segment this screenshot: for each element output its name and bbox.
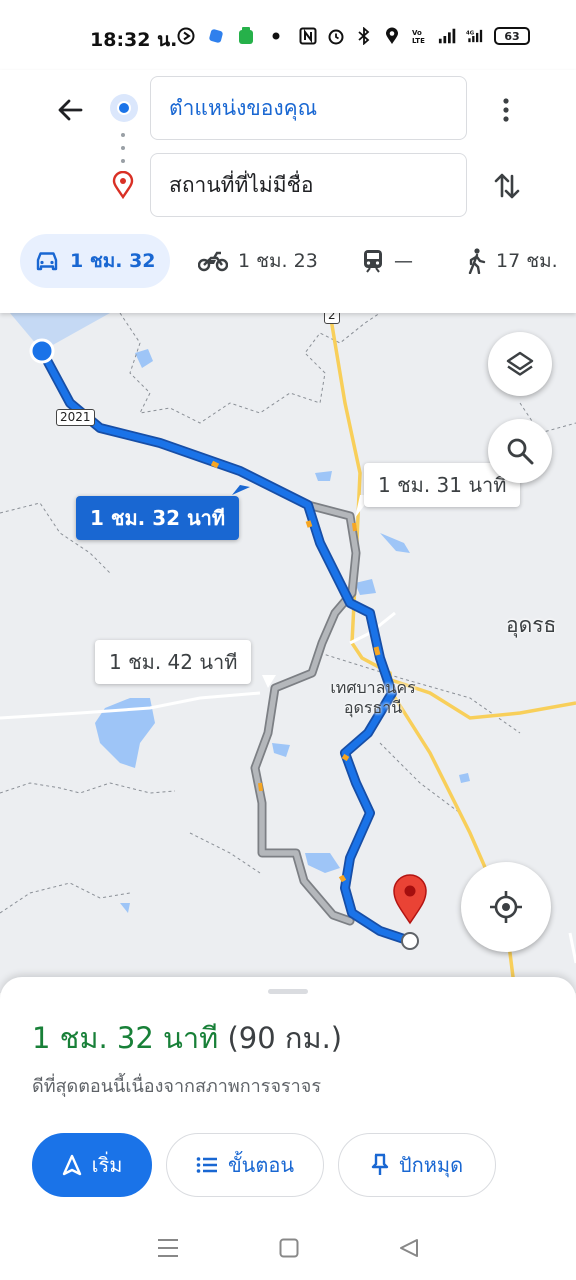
summary-distance: (90 กม.) xyxy=(227,1021,343,1055)
mode-driving[interactable]: 1 ชม. 32 xyxy=(20,234,170,288)
play-icon xyxy=(176,26,196,46)
city-label-line1: เทศบาลนคร xyxy=(330,678,416,697)
origin-field[interactable]: ตำแหน่งของคุณ xyxy=(150,76,467,140)
back-triangle-icon[interactable] xyxy=(399,1238,419,1258)
city-label-line2: อุดรธานี xyxy=(343,698,403,717)
train-icon xyxy=(364,250,382,273)
summary-duration: 1 ชม. 32 นาที xyxy=(32,1021,219,1055)
status-bar: 18:32 น. Vo LTE 4G 63 xyxy=(0,0,576,70)
layers-icon xyxy=(506,351,534,376)
water-6 xyxy=(305,853,340,873)
more-vert-icon xyxy=(503,98,509,122)
road-shield-2: 2 xyxy=(324,313,340,324)
start-label: เริ่ม xyxy=(91,1153,123,1177)
water-7 xyxy=(459,773,470,783)
mode-transit[interactable]: — xyxy=(348,234,438,288)
pin-label: ปักหมุด xyxy=(398,1153,464,1177)
status-icons-right: Vo LTE 4G 63 xyxy=(298,26,530,46)
directions-header: ตำแหน่งของคุณ สถานที่ที่ไม่มีชื่อ 1 ชม. … xyxy=(0,70,576,313)
layers-button[interactable] xyxy=(488,332,552,396)
road-shield-2021: 2021 xyxy=(56,409,95,426)
status-icons-left xyxy=(176,26,286,46)
eta-callout-main[interactable]: 1 ชม. 32 นาที xyxy=(76,496,240,540)
signal-4g-icon: 4G xyxy=(466,26,486,46)
crosshair-icon xyxy=(490,891,522,923)
svg-text:Vo: Vo xyxy=(412,29,422,37)
sheet-drag-handle[interactable] xyxy=(268,989,308,994)
water-1 xyxy=(135,349,153,368)
svg-text:4G: 4G xyxy=(466,30,475,36)
pin-button[interactable]: ปักหมุด xyxy=(338,1133,496,1197)
start-button[interactable]: เริ่ม xyxy=(32,1133,152,1197)
city-label: เทศบาลนคร อุดรธานี xyxy=(318,678,428,718)
more-options-button[interactable] xyxy=(490,90,522,130)
connector-dots xyxy=(121,133,125,163)
eta-callout-alt-2[interactable]: 1 ชม. 42 นาที xyxy=(95,640,252,684)
destination-marker xyxy=(393,874,427,925)
line-app-icon xyxy=(236,26,256,46)
steps-button[interactable]: ขั้นตอน xyxy=(166,1133,324,1197)
map-view[interactable]: 2021 2 1 ชม. 32 นาที 1 ชม. 31 นาที 1 ชม.… xyxy=(0,313,576,993)
pushpin-icon xyxy=(371,1153,389,1175)
recents-menu-icon[interactable] xyxy=(157,1238,179,1258)
mode-motorcycle-time: 1 ชม. 23 xyxy=(238,250,318,272)
my-location-button[interactable] xyxy=(461,862,551,952)
edge-place-label: อุดรธ xyxy=(506,613,557,637)
system-navigation-bar xyxy=(0,1215,576,1280)
car-icon xyxy=(36,252,58,271)
route-summary: 1 ชม. 32 นาที (90 กม.) xyxy=(32,1015,342,1061)
mode-walking[interactable]: 17 ชม. xyxy=(452,234,572,288)
svg-text:LTE: LTE xyxy=(412,37,425,45)
swap-button[interactable] xyxy=(488,166,526,206)
nfc-icon xyxy=(298,26,318,46)
list-icon xyxy=(196,1157,217,1173)
steps-label: ขั้นตอน xyxy=(227,1153,294,1177)
water-8 xyxy=(120,903,130,913)
motorcycle-icon xyxy=(198,251,228,272)
mode-motorcycle[interactable]: 1 ชม. 23 xyxy=(184,234,334,288)
water-5 xyxy=(272,743,290,757)
search-icon xyxy=(507,438,534,465)
home-square-icon[interactable] xyxy=(279,1238,299,1258)
signal-icon xyxy=(438,26,458,46)
back-button[interactable] xyxy=(50,90,90,130)
destination-pin-icon xyxy=(110,170,136,200)
location-icon xyxy=(382,26,402,46)
water-4 xyxy=(355,579,376,595)
search-along-route-button[interactable] xyxy=(488,419,552,483)
dot-icon xyxy=(266,26,286,46)
route-actions: เริ่ม ขั้นตอน ปักหมุด xyxy=(32,1133,496,1197)
arrow-back-icon xyxy=(58,99,83,121)
navigation-arrow-icon xyxy=(62,1154,81,1176)
destination-field[interactable]: สถานที่ที่ไม่มีชื่อ xyxy=(150,153,467,217)
route-note: ดีที่สุดตอนนี้เนื่องจากสภาพการจราจร xyxy=(32,1076,321,1097)
volte-icon: Vo LTE xyxy=(410,26,430,46)
mode-transit-time: — xyxy=(394,250,413,272)
battery-icon: 63 xyxy=(494,27,530,45)
travel-modes: 1 ชม. 32 1 ชม. 23 — 17 ชม. xyxy=(20,234,576,288)
mode-walking-time: 17 ชม. xyxy=(496,250,558,272)
bluetooth-icon xyxy=(354,26,374,46)
mode-driving-time: 1 ชม. 32 xyxy=(70,250,156,272)
walk-icon xyxy=(468,248,486,274)
water-2 xyxy=(315,471,332,481)
status-time: 18:32 น. xyxy=(90,29,178,51)
water-3 xyxy=(380,533,410,553)
app-icon xyxy=(206,26,226,46)
my-location-dot xyxy=(29,338,55,364)
origin-dot-icon xyxy=(110,94,138,122)
alarm-icon xyxy=(326,26,346,46)
swap-vert-icon xyxy=(494,173,520,199)
destination-endpoint xyxy=(401,932,419,950)
